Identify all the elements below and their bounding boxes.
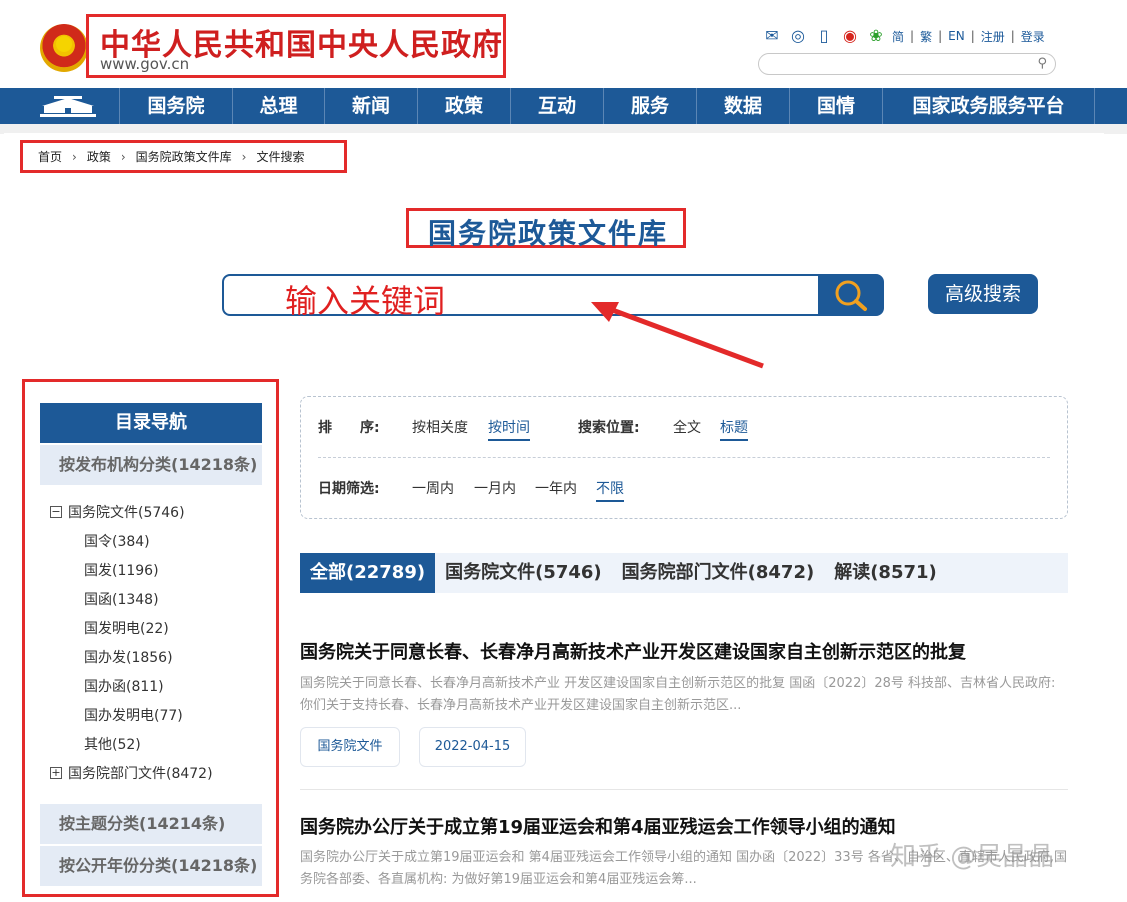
- nav-item-premier[interactable]: 总理: [233, 88, 325, 124]
- tree-item-state-council-docs[interactable]: − 国务院文件(5746): [50, 502, 185, 522]
- search-icon: [835, 280, 867, 311]
- mobile-icon[interactable]: ▯: [814, 27, 834, 45]
- tree-item-department-docs[interactable]: + 国务院部门文件(8472): [50, 763, 213, 783]
- nav-item-news[interactable]: 新闻: [325, 88, 418, 124]
- result-divider: [300, 789, 1068, 790]
- wechat-icon[interactable]: ❀: [866, 27, 886, 45]
- top-links: ✉ ◎ ▯ ◉ ❀ 简 | 繁 | EN | 注册 | 登录: [762, 24, 1045, 48]
- sidebar-cat-by-year[interactable]: 按公开年份分类(14218条): [40, 846, 262, 886]
- page-title: 国务院政策文件库: [428, 217, 669, 250]
- watermark: 知乎 @吴晶晶: [890, 842, 1055, 872]
- nav-item-services[interactable]: 服务: [604, 88, 697, 124]
- nav-item-state-council[interactable]: 国务院: [120, 88, 233, 124]
- weibo-icon[interactable]: ◉: [840, 27, 860, 45]
- date-year[interactable]: 一年内: [535, 478, 577, 498]
- sort-by-relevance[interactable]: 按相关度: [412, 417, 468, 437]
- position-title[interactable]: 标题: [720, 417, 748, 441]
- date-week[interactable]: 一周内: [412, 478, 454, 498]
- tab-interpretation[interactable]: 解读(8571): [824, 553, 947, 593]
- message-icon[interactable]: ◎: [788, 27, 808, 45]
- breadcrumb-library[interactable]: 国务院政策文件库: [136, 148, 232, 165]
- result-category-tag[interactable]: 国务院文件: [300, 727, 400, 767]
- search-button[interactable]: [818, 274, 884, 316]
- link-separator: |: [938, 29, 943, 43]
- date-unlimited[interactable]: 不限: [596, 478, 624, 502]
- search-position-label: 搜索位置:: [578, 420, 640, 436]
- site-header: 中华人民共和国中央人民政府 www.gov.cn ✉ ◎ ▯ ◉ ❀ 简 | 繁…: [0, 0, 1127, 88]
- chevron-right-icon: ›: [72, 149, 77, 164]
- breadcrumb: 首页 › 政策 › 国务院政策文件库 › 文件搜索: [38, 148, 305, 165]
- annotation-arrow: [591, 302, 764, 369]
- tab-department-docs[interactable]: 国务院部门文件(8472): [612, 553, 825, 593]
- tree-child-item[interactable]: 国令(384): [84, 531, 150, 551]
- sidebar-header: 目录导航: [40, 403, 262, 443]
- tree-item-label[interactable]: 国务院部门文件(8472): [68, 763, 213, 783]
- date-filter-label: 日期筛选:: [318, 481, 380, 497]
- link-english[interactable]: EN: [948, 29, 965, 43]
- result-summary: 国务院关于同意长春、长春净月高新技术产业 开发区建设国家自主创新示范区的批复 国…: [300, 676, 1056, 713]
- sort-label: 排 序:: [318, 420, 380, 436]
- main-nav: 国务院 总理 新闻 政策 互动 服务 数据 国情 国家政务服务平台: [0, 88, 1127, 124]
- tree-item-label[interactable]: 国务院文件(5746): [68, 502, 185, 522]
- link-login[interactable]: 登录: [1021, 28, 1045, 45]
- top-search-input[interactable]: ⚲: [758, 53, 1056, 75]
- nav-item-interaction[interactable]: 互动: [511, 88, 604, 124]
- sort-by-time[interactable]: 按时间: [488, 417, 530, 441]
- date-month[interactable]: 一月内: [474, 478, 516, 498]
- link-simplified[interactable]: 简: [892, 28, 904, 45]
- nav-item-service-platform[interactable]: 国家政务服务平台: [883, 88, 1095, 124]
- nav-item-data[interactable]: 数据: [697, 88, 790, 124]
- national-emblem-icon[interactable]: [40, 24, 88, 72]
- tree-child-item[interactable]: 国办发明电(77): [84, 705, 183, 725]
- tab-state-council-docs[interactable]: 国务院文件(5746): [435, 553, 612, 593]
- tree-child-item[interactable]: 国办发(1856): [84, 647, 173, 667]
- link-register[interactable]: 注册: [981, 28, 1005, 45]
- breadcrumb-policy[interactable]: 政策: [87, 148, 111, 165]
- advanced-search-button[interactable]: 高级搜索: [928, 274, 1038, 314]
- tree-child-item[interactable]: 其他(52): [84, 734, 141, 754]
- result-tabs: 全部(22789) 国务院文件(5746) 国务院部门文件(8472) 解读(8…: [300, 553, 1068, 593]
- link-traditional[interactable]: 繁: [920, 28, 932, 45]
- tree-child-item[interactable]: 国发明电(22): [84, 618, 169, 638]
- nav-home[interactable]: [0, 88, 120, 124]
- result-title[interactable]: 国务院办公厅关于成立第19届亚运会和第4届亚残运会工作领导小组的通知: [300, 813, 896, 839]
- nav-item-policy[interactable]: 政策: [418, 88, 511, 124]
- sidebar-cat-by-topic[interactable]: 按主题分类(14214条): [40, 804, 262, 844]
- chevron-right-icon: ›: [241, 149, 247, 164]
- search-placeholder[interactable]: 输入关键词: [285, 276, 445, 322]
- link-separator: |: [1010, 29, 1015, 43]
- result-title[interactable]: 国务院关于同意长春、长春净月高新技术产业开发区建设国家自主创新示范区的批复: [300, 638, 966, 664]
- position-fulltext[interactable]: 全文: [673, 417, 701, 437]
- result-date-tag: 2022-04-15: [419, 727, 526, 767]
- search-icon[interactable]: ⚲: [1037, 56, 1047, 71]
- sidebar-cat-by-agency[interactable]: 按发布机构分类(14218条): [40, 445, 262, 485]
- mail-icon[interactable]: ✉: [762, 27, 782, 45]
- breadcrumb-current: 文件搜索: [256, 150, 305, 164]
- link-separator: |: [910, 29, 915, 43]
- link-separator: |: [970, 29, 975, 43]
- nav-item-national-info[interactable]: 国情: [790, 88, 883, 124]
- tree-child-item[interactable]: 国发(1196): [84, 560, 159, 580]
- site-url: www.gov.cn: [100, 55, 190, 73]
- tree-child-item[interactable]: 国办函(811): [84, 676, 164, 696]
- tree-child-item[interactable]: 国函(1348): [84, 589, 159, 609]
- chevron-right-icon: ›: [120, 149, 126, 164]
- tab-all[interactable]: 全部(22789): [300, 553, 436, 593]
- expand-icon[interactable]: +: [50, 767, 62, 779]
- collapse-icon[interactable]: −: [50, 506, 62, 518]
- filter-divider: [318, 457, 1050, 458]
- breadcrumb-home[interactable]: 首页: [38, 148, 62, 165]
- tiananmen-icon: [40, 96, 96, 117]
